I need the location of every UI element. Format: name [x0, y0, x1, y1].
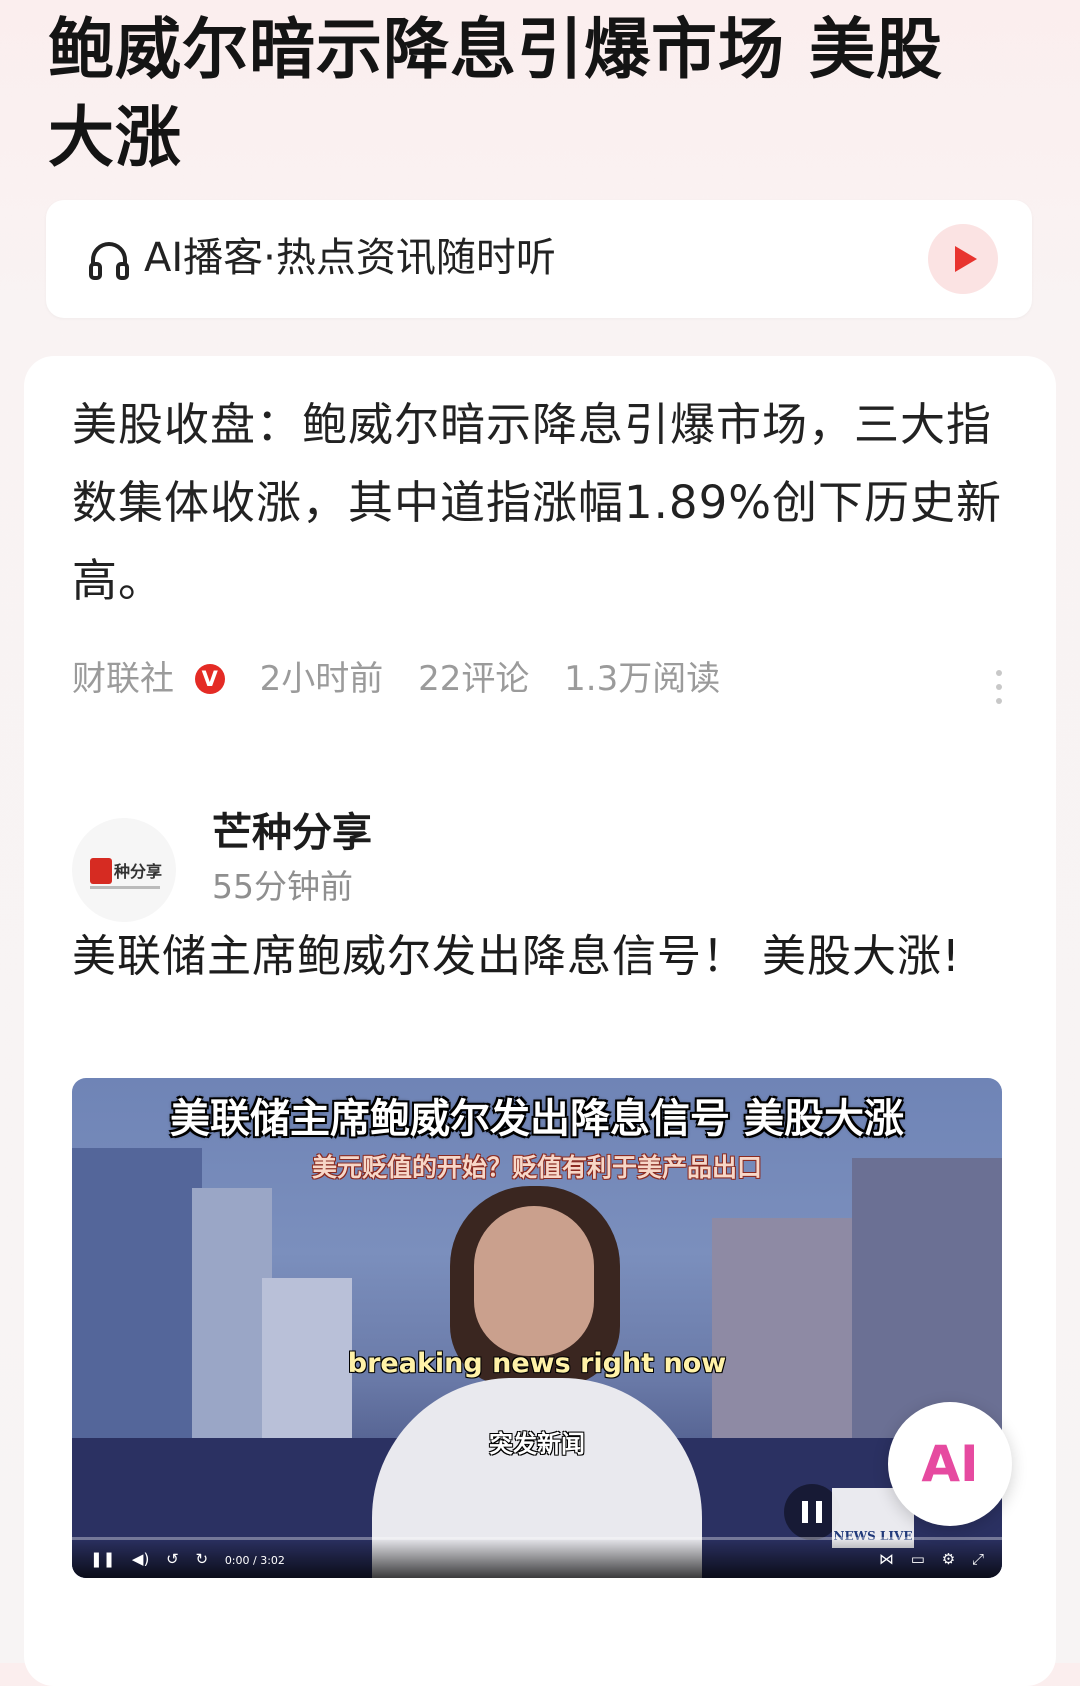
- video-player[interactable]: 美联储主席鲍威尔发出降息信号 美股大涨 美元贬值的开始？贬值有利于美产品出口 b…: [72, 1078, 1002, 1578]
- play-button[interactable]: [928, 224, 998, 294]
- more-options-icon[interactable]: [996, 670, 1004, 710]
- controls-right: ⋈ ▭ ⚙ ⤢: [867, 1550, 984, 1568]
- settings-icon[interactable]: ⚙: [942, 1550, 955, 1568]
- article-headline: 鲍威尔暗示降息引爆市场 美股大涨: [48, 11, 943, 176]
- news-meta: 财联社 V 2小时前 22评论 1.3万阅读: [72, 652, 1022, 702]
- avatar-logo-text: 种分享: [114, 862, 163, 881]
- play-icon: [955, 246, 977, 272]
- read-count: 1.3万阅读: [564, 658, 721, 699]
- volume-icon[interactable]: ◀): [132, 1550, 149, 1568]
- video-caption-sub: 美元贬值的开始？贬值有利于美产品出口: [311, 1153, 762, 1182]
- fullscreen-icon[interactable]: ⤢: [972, 1550, 984, 1568]
- video-caption-en: breaking news right now: [347, 1348, 727, 1379]
- video-progress-bar[interactable]: [72, 1537, 1002, 1540]
- pause-small-icon[interactable]: ❚❚: [90, 1550, 115, 1568]
- video-caption-title: 美联储主席鲍威尔发出降息信号 美股大涨: [170, 1096, 904, 1142]
- ai-assistant-button[interactable]: AI: [888, 1402, 1012, 1526]
- post-time: 55分钟前: [212, 867, 353, 906]
- logo-underline: [90, 886, 160, 889]
- podcast-label: AI播客·热点资讯随时听: [144, 235, 556, 281]
- captions-icon[interactable]: ▭: [911, 1550, 925, 1568]
- headphones-icon: [89, 242, 129, 280]
- post-title[interactable]: 美联储主席鲍威尔发出降息信号！ 美股大涨!: [72, 922, 1022, 992]
- video-caption-zh: 突发新闻: [489, 1430, 585, 1458]
- anchor-face: [474, 1206, 594, 1356]
- forward-icon[interactable]: ↻: [195, 1550, 208, 1568]
- video-time: 0:00 / 3:02: [224, 1554, 285, 1567]
- share-icon[interactable]: ⋈: [879, 1550, 894, 1568]
- comment-count[interactable]: 22评论: [418, 654, 529, 704]
- news-source[interactable]: 财联社: [72, 654, 174, 704]
- ai-podcast-bar[interactable]: AI播客·热点资讯随时听: [46, 200, 1032, 318]
- author-name[interactable]: 芒种分享: [212, 806, 372, 860]
- news-time: 2小时前: [259, 658, 384, 699]
- verified-badge: V: [194, 663, 225, 694]
- news-summary[interactable]: 美股收盘：鲍威尔暗示降息引爆市场，三大指数集体收涨，其中道指涨幅1.89%创下历…: [72, 386, 1022, 620]
- controls-left: ❚❚ ◀) ↺ ↻ 0:00 / 3:02: [90, 1550, 297, 1568]
- logo-mark: [90, 858, 112, 884]
- author-avatar[interactable]: 种分享: [72, 818, 176, 922]
- rewind-icon[interactable]: ↺: [166, 1550, 179, 1568]
